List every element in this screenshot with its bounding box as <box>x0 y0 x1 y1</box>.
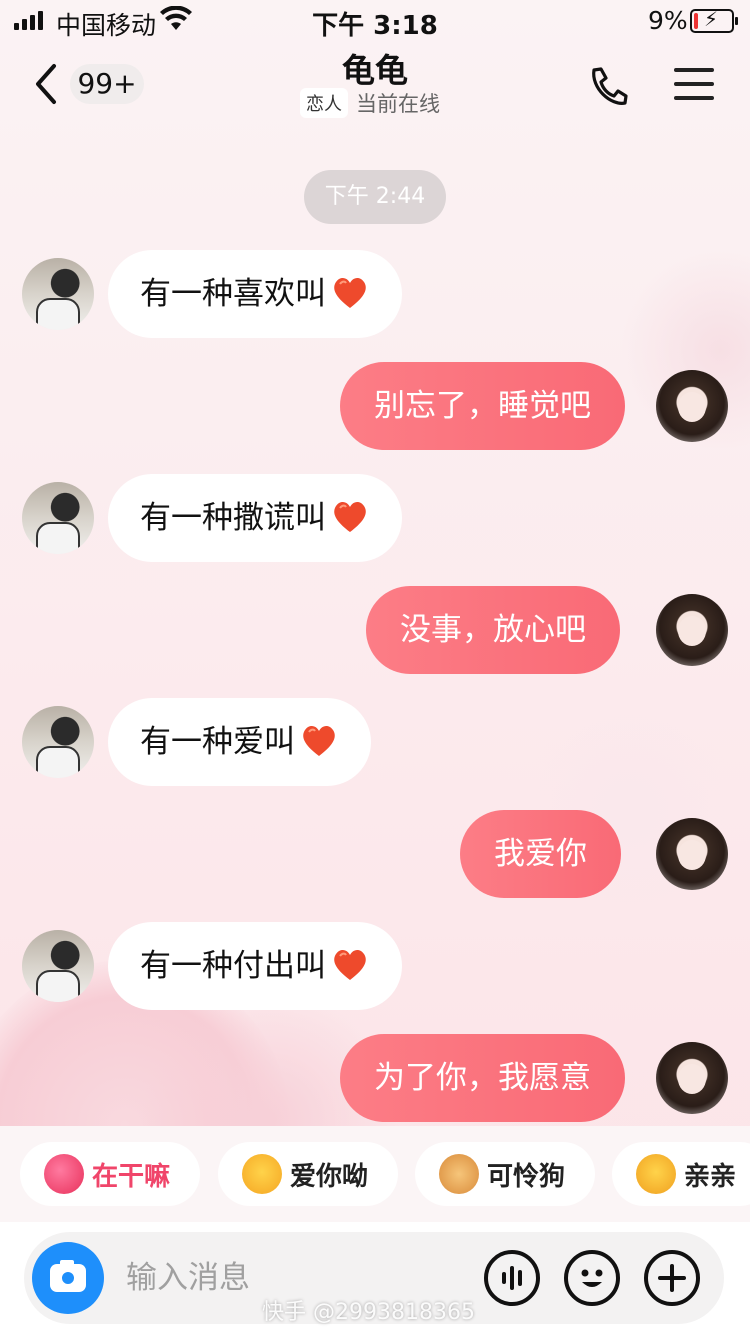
battery-icon: ⚡ <box>690 7 738 33</box>
message-text: 有一种喜欢叫 <box>140 276 326 312</box>
chat-screen: 中国移动 下午 3:18 9% ⚡ 99+ 龟龟 恋人 当前在线 下午 2:44… <box>0 0 750 1334</box>
hamburger-icon <box>674 68 714 72</box>
outgoing-message[interactable]: 我爱你 <box>460 810 621 898</box>
input-placeholder: 输入消息 <box>126 1260 250 1296</box>
emoji-button[interactable] <box>564 1250 620 1306</box>
menu-button[interactable] <box>674 68 714 102</box>
heart-emoji-icon <box>334 949 366 980</box>
quick-reply-label: 可怜狗 <box>487 1161 566 1192</box>
more-button[interactable] <box>644 1250 700 1306</box>
contact-avatar[interactable] <box>22 706 94 778</box>
dog-emoji-icon <box>439 1154 479 1194</box>
outgoing-message[interactable]: 为了你，我愿意 <box>340 1034 625 1122</box>
outgoing-message[interactable]: 别忘了，睡觉吧 <box>340 362 625 450</box>
quick-reply-label: 亲亲 <box>684 1161 737 1192</box>
contact-status-line: 恋人 当前在线 <box>300 88 440 118</box>
phone-icon <box>592 67 628 105</box>
heart-emoji-icon <box>303 725 335 756</box>
contact-name: 龟龟 <box>342 51 408 90</box>
quick-reply-chip[interactable]: 可怜狗 <box>415 1142 595 1206</box>
contact-avatar[interactable] <box>22 258 94 330</box>
gift-emoji-icon <box>44 1154 84 1194</box>
heart-eyes-emoji-icon <box>242 1154 282 1194</box>
call-button[interactable] <box>586 64 630 108</box>
quick-reply-bar: 在干嘛 爱你呦 可怜狗 亲亲 <box>0 1126 750 1222</box>
camera-button[interactable] <box>32 1242 104 1314</box>
quick-reply-label: 爱你呦 <box>290 1161 369 1192</box>
contact-avatar[interactable] <box>22 482 94 554</box>
my-avatar[interactable] <box>656 818 728 890</box>
message-text: 有一种付出叫 <box>140 948 326 984</box>
my-avatar[interactable] <box>656 594 728 666</box>
clock: 下午 3:18 <box>312 11 438 41</box>
hug-emoji-icon <box>636 1154 676 1194</box>
quick-reply-chip[interactable]: 爱你呦 <box>218 1142 398 1206</box>
plus-icon <box>658 1264 686 1292</box>
smiley-icon <box>581 1269 603 1287</box>
incoming-message[interactable]: 有一种撒谎叫 <box>108 474 402 562</box>
heart-emoji-icon <box>334 501 366 532</box>
quick-reply-chip[interactable]: 亲亲 <box>612 1142 750 1206</box>
my-avatar[interactable] <box>656 1042 728 1114</box>
quick-reply-label: 在干嘛 <box>92 1161 171 1192</box>
my-avatar[interactable] <box>656 370 728 442</box>
message-timestamp: 下午 2:44 <box>304 170 446 224</box>
voice-button[interactable] <box>484 1250 540 1306</box>
status-bar: 中国移动 下午 3:18 9% ⚡ <box>0 0 750 41</box>
online-status: 当前在线 <box>356 92 440 116</box>
incoming-message[interactable]: 有一种喜欢叫 <box>108 250 402 338</box>
watermark: 快手 @2993818365 <box>262 1300 475 1325</box>
battery-percent: 9% <box>648 6 688 35</box>
outgoing-message[interactable]: 没事，放心吧 <box>366 586 620 674</box>
relation-tag: 恋人 <box>300 88 348 118</box>
quick-reply-chip[interactable]: 在干嘛 <box>20 1142 200 1206</box>
heart-emoji-icon <box>334 277 366 308</box>
contact-avatar[interactable] <box>22 930 94 1002</box>
message-text: 有一种撒谎叫 <box>140 500 326 536</box>
incoming-message[interactable]: 有一种爱叫 <box>108 698 371 786</box>
message-text: 有一种爱叫 <box>140 724 295 760</box>
incoming-message[interactable]: 有一种付出叫 <box>108 922 402 1010</box>
